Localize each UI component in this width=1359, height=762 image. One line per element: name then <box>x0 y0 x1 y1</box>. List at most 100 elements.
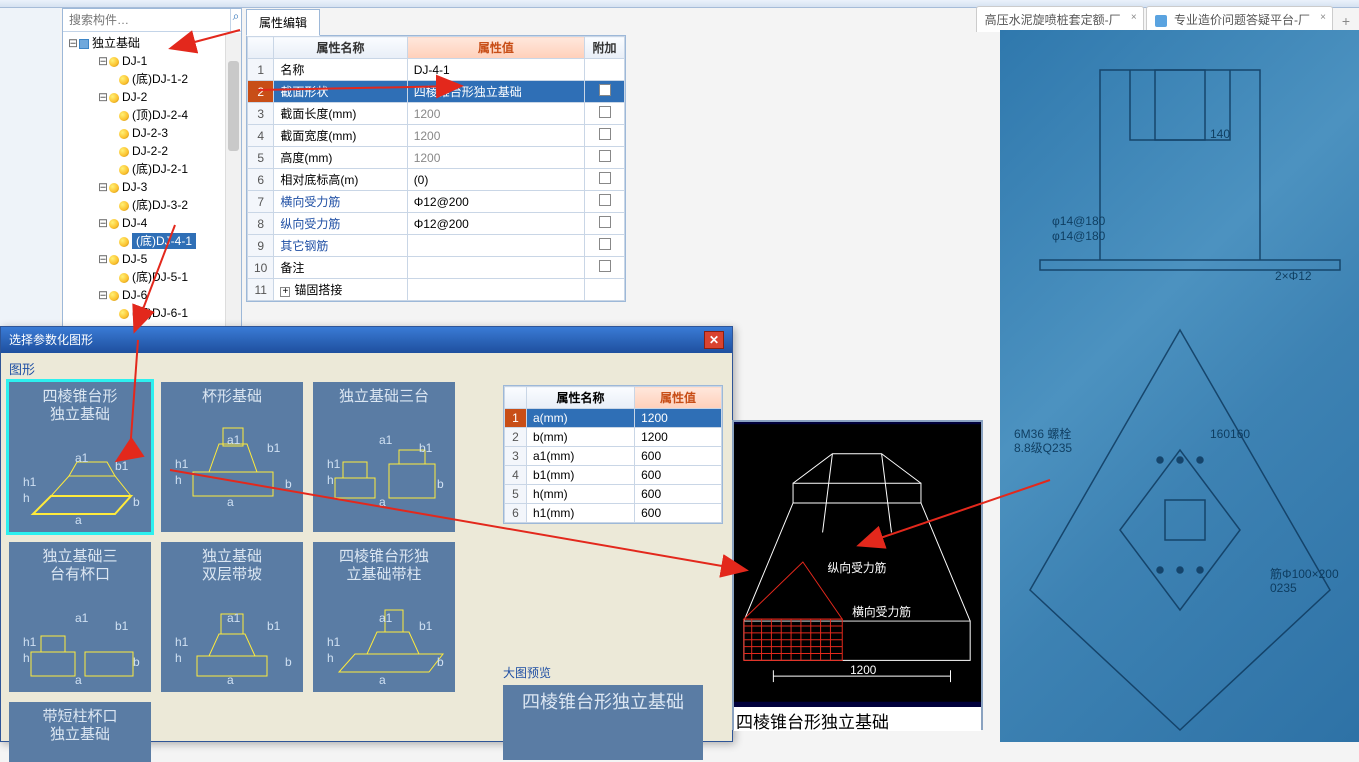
shape-thumb-icon: h1haba1b1 <box>319 408 449 508</box>
property-editor-tab[interactable]: 属性编辑 <box>246 9 320 36</box>
checkbox-icon[interactable] <box>599 194 611 206</box>
property-row[interactable]: 8纵向受力筋Φ12@200 <box>248 213 625 235</box>
tree-search-input[interactable] <box>63 9 230 31</box>
param-row[interactable]: 2b(mm)1200 <box>505 428 722 447</box>
tree-node[interactable]: (底)DJ-5-1 <box>63 268 241 286</box>
shape-picker-dialog: 选择参数化图形 ✕ 图形 四棱锥台形独立基础h1haba1b1杯形基础h1hab… <box>0 326 733 742</box>
shape-card[interactable]: 杯形基础h1haba1b1 <box>161 382 303 532</box>
param-row[interactable]: 6h1(mm)600 <box>505 504 722 523</box>
browser-tab-2[interactable]: 专业造价问题答疑平台-厂 × <box>1146 6 1333 32</box>
svg-text:h: h <box>175 651 182 665</box>
shape-3d-preview: 纵向受力筋 横向受力筋 1200 四棱锥台形独立基础 <box>732 420 983 730</box>
blueprint-photo: φ14@180 φ14@180 6M36 螺栓 8.8级Q235 160160 … <box>1000 30 1359 742</box>
svg-text:b: b <box>285 655 292 669</box>
dialog-titlebar[interactable]: 选择参数化图形 ✕ <box>1 327 732 353</box>
tree-node[interactable]: (底)DJ-1-2 <box>63 70 241 88</box>
checkbox-icon[interactable] <box>599 128 611 140</box>
svg-text:b: b <box>133 495 140 509</box>
shape-card[interactable]: 四棱锥台形独立基础带柱h1haba1b1 <box>313 542 455 692</box>
svg-text:a: a <box>227 495 234 508</box>
checkbox-icon[interactable] <box>599 216 611 228</box>
param-row[interactable]: 3a1(mm)600 <box>505 447 722 466</box>
svg-text:8.8级Q235: 8.8级Q235 <box>1014 441 1072 455</box>
shape-card[interactable]: 独立基础三台 h1haba1b1 <box>313 382 455 532</box>
preview-caption: 四棱锥台形独立基础 <box>734 707 981 731</box>
shape-card[interactable]: 独立基础双层带坡h1haba1b1 <box>161 542 303 692</box>
checkbox-icon[interactable] <box>599 238 611 250</box>
col-value: 属性值 <box>407 37 584 59</box>
svg-text:160160: 160160 <box>1210 427 1250 441</box>
svg-text:b1: b1 <box>115 459 129 473</box>
shape-thumb-icon: h1haba1b1 <box>15 586 145 686</box>
shape-title: 四棱锥台形独立基础带柱 <box>339 548 429 584</box>
shape-card[interactable]: 四棱锥台形独立基础h1haba1b1 <box>9 382 151 532</box>
property-row[interactable]: 1名称DJ-4-1 <box>248 59 625 81</box>
label-vertical-rebar: 纵向受力筋 <box>827 561 886 575</box>
component-tree: ⌕ ⊟独立基础⊟DJ-1(底)DJ-1-2⊟DJ-2(顶)DJ-2-4DJ-2-… <box>62 8 242 333</box>
svg-text:h: h <box>175 473 182 487</box>
param-row[interactable]: 1a(mm)1200 <box>505 409 722 428</box>
property-row[interactable]: 11+锚固搭接 <box>248 279 625 301</box>
property-row[interactable]: 3截面长度(mm)1200 <box>248 103 625 125</box>
svg-text:b1: b1 <box>419 619 433 633</box>
svg-text:h: h <box>327 651 334 665</box>
shape-title: 四棱锥台形独立基础 <box>42 388 117 424</box>
property-row[interactable]: 6相对底标高(m)(0) <box>248 169 625 191</box>
shape-card[interactable]: 独立基础三台有杯口h1haba1b1 <box>9 542 151 692</box>
label-horizontal-rebar: 横向受力筋 <box>852 605 911 619</box>
checkbox-icon[interactable] <box>599 106 611 118</box>
tree-search-go-icon[interactable]: ⌕ <box>230 9 241 31</box>
checkbox-icon[interactable] <box>599 172 611 184</box>
svg-text:a: a <box>75 513 82 526</box>
svg-text:a: a <box>75 673 82 686</box>
close-icon[interactable]: × <box>1131 12 1137 23</box>
svg-text:h1: h1 <box>175 635 189 649</box>
property-row[interactable]: 7横向受力筋Φ12@200 <box>248 191 625 213</box>
tree-node[interactable]: (底)DJ-2-1 <box>63 160 241 178</box>
tree-node[interactable]: (底)DJ-6-1 <box>63 304 241 322</box>
tree-node[interactable]: DJ-2-3 <box>63 124 241 142</box>
param-table: 属性名称 属性值 1a(mm)12002b(mm)12003a1(mm)6004… <box>504 386 722 523</box>
shape-title: 独立基础三台 <box>339 388 429 406</box>
property-row[interactable]: 4截面宽度(mm)1200 <box>248 125 625 147</box>
tree-node[interactable]: DJ-2-2 <box>63 142 241 160</box>
property-row[interactable]: 9其它钢筋 <box>248 235 625 257</box>
tree-root[interactable]: ⊟独立基础 <box>63 34 241 52</box>
svg-text:b1: b1 <box>419 441 433 455</box>
tree-scrollbar[interactable] <box>225 33 241 332</box>
shape-title: 独立基础双层带坡 <box>202 548 262 584</box>
tree-node[interactable]: ⊟DJ-2 <box>63 88 241 106</box>
svg-text:φ14@180: φ14@180 <box>1052 229 1106 243</box>
tree-node[interactable]: ⊟DJ-5 <box>63 250 241 268</box>
tree-node[interactable]: ⊟DJ-3 <box>63 178 241 196</box>
svg-text:h: h <box>327 473 334 487</box>
checkbox-icon[interactable] <box>599 84 611 96</box>
property-row[interactable]: 2截面形状四棱锥台形独立基础 <box>248 81 625 103</box>
checkbox-icon[interactable] <box>599 260 611 272</box>
property-row[interactable]: 10备注 <box>248 257 625 279</box>
close-icon[interactable]: ✕ <box>704 331 724 349</box>
shape-card[interactable]: 带短柱杯口独立基础 <box>9 702 151 762</box>
param-row[interactable]: 4b1(mm)600 <box>505 466 722 485</box>
property-row[interactable]: 5高度(mm)1200 <box>248 147 625 169</box>
tree-node[interactable]: ⊟DJ-6 <box>63 286 241 304</box>
shape-thumb-icon: h1haba1b1 <box>167 586 297 686</box>
param-row[interactable]: 5h(mm)600 <box>505 485 722 504</box>
svg-text:h1: h1 <box>23 475 37 489</box>
tree-node[interactable]: ⊟DJ-4 <box>63 214 241 232</box>
new-tab-button[interactable]: + <box>1335 10 1357 32</box>
page-icon <box>1155 15 1167 27</box>
param-col-val: 属性值 <box>635 387 722 409</box>
close-icon[interactable]: × <box>1320 12 1326 23</box>
tree-node[interactable]: (顶)DJ-2-4 <box>63 106 241 124</box>
tree-node[interactable]: (底)DJ-4-1 <box>63 232 241 250</box>
tree-node[interactable]: ⊟DJ-1 <box>63 52 241 70</box>
tree-node[interactable]: (底)DJ-3-2 <box>63 196 241 214</box>
svg-text:a1: a1 <box>75 451 89 465</box>
browser-tabs: 高压水泥旋喷桩套定额-厂 × 专业造价问题答疑平台-厂 × + <box>976 0 1357 32</box>
shape-title: 独立基础三台有杯口 <box>42 548 117 584</box>
checkbox-icon[interactable] <box>599 150 611 162</box>
browser-tab-1[interactable]: 高压水泥旋喷桩套定额-厂 × <box>976 6 1144 32</box>
svg-text:a1: a1 <box>227 611 241 625</box>
svg-text:b1: b1 <box>115 619 129 633</box>
